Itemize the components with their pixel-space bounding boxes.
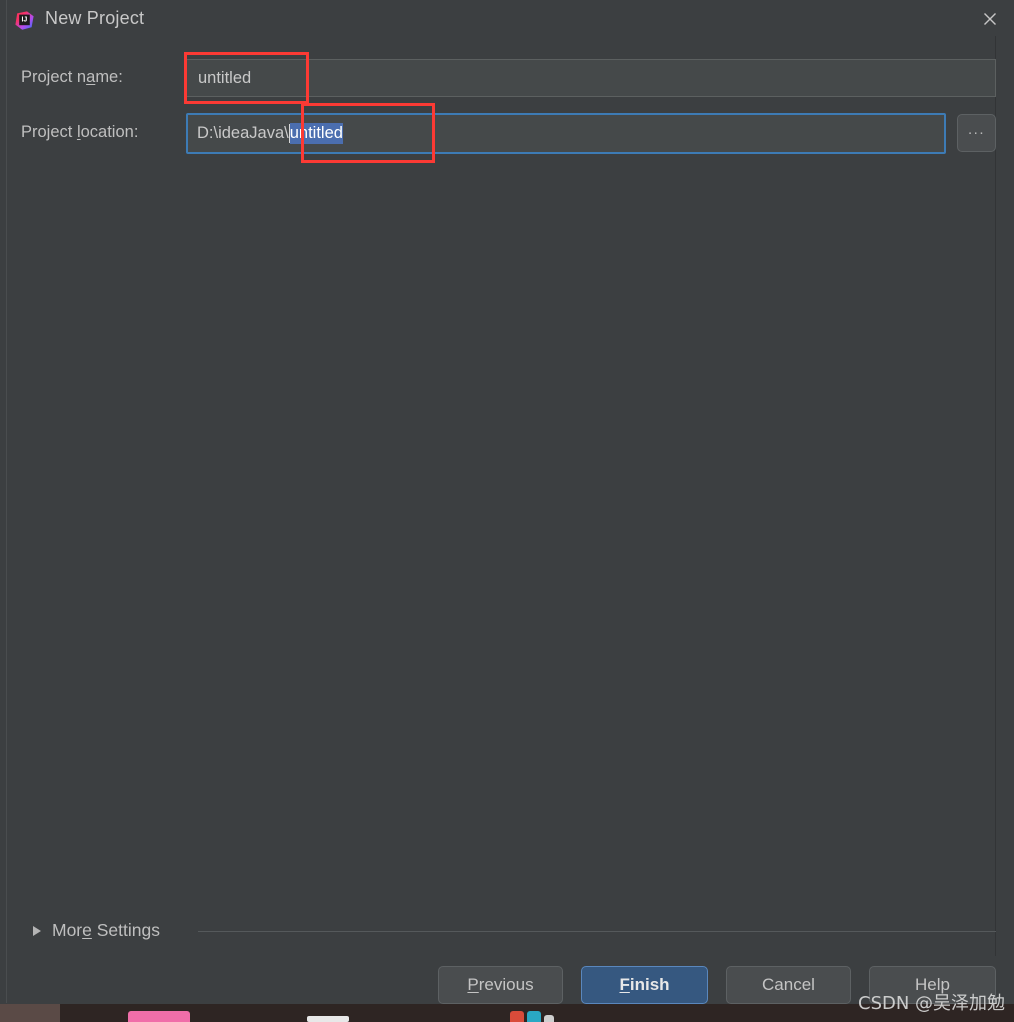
previous-button-label: revious bbox=[478, 975, 534, 994]
new-project-dialog: IJ New Project Project name: untitled Pr… bbox=[6, 0, 1014, 1004]
project-name-label-mnemonic: a bbox=[86, 68, 96, 86]
desktop-background: IJ New Project Project name: untitled Pr… bbox=[0, 0, 1014, 1022]
help-button[interactable]: Help bbox=[869, 966, 996, 1004]
finish-button-mnemonic: F bbox=[619, 975, 630, 994]
dialog-titlebar: IJ New Project bbox=[6, 0, 1014, 40]
taskbar-icon[interactable] bbox=[544, 1015, 554, 1022]
more-settings-label-before: Mor bbox=[52, 920, 83, 940]
previous-button-mnemonic: P bbox=[467, 975, 479, 994]
section-separator bbox=[198, 931, 996, 932]
project-name-label-before: Project n bbox=[21, 68, 87, 86]
page-title: New Project bbox=[45, 8, 145, 28]
more-settings-label[interactable]: More Settings bbox=[52, 920, 160, 941]
project-location-selected-text: untitled bbox=[289, 123, 343, 144]
dialog-left-edge bbox=[6, 0, 7, 1003]
taskbar[interactable] bbox=[0, 1004, 1014, 1022]
dialog-right-strip bbox=[996, 0, 1014, 1003]
project-location-label-after: ocation: bbox=[80, 123, 139, 141]
cancel-button[interactable]: Cancel bbox=[726, 966, 851, 1004]
project-name-input[interactable]: untitled bbox=[186, 59, 996, 97]
previous-button[interactable]: Previous bbox=[438, 966, 563, 1004]
chevron-right-icon[interactable] bbox=[33, 926, 41, 936]
finish-button-label: inish bbox=[629, 975, 670, 994]
taskbar-icon[interactable] bbox=[307, 1016, 349, 1022]
taskbar-icon[interactable] bbox=[128, 1011, 190, 1022]
project-name-label-after: me: bbox=[95, 68, 123, 86]
taskbar-icon[interactable] bbox=[527, 1011, 541, 1022]
more-settings-label-after: Settings bbox=[91, 920, 160, 940]
project-location-path-prefix: D:\ideaJava\ bbox=[197, 124, 289, 142]
project-location-label: Project location: bbox=[21, 123, 138, 142]
more-settings-section[interactable]: More Settings bbox=[6, 916, 996, 948]
intellij-idea-logo-icon: IJ bbox=[15, 11, 34, 30]
dialog-right-divider bbox=[995, 36, 996, 956]
taskbar-icon[interactable] bbox=[510, 1011, 524, 1022]
ellipsis-icon: ... bbox=[967, 121, 985, 138]
taskbar-left-tab[interactable] bbox=[0, 1004, 60, 1022]
project-location-input[interactable]: D:\ideaJava\ untitled bbox=[186, 113, 946, 154]
svg-text:IJ: IJ bbox=[21, 17, 27, 24]
finish-button[interactable]: Finish bbox=[581, 966, 708, 1004]
browse-location-button[interactable]: ... bbox=[957, 114, 996, 152]
project-location-label-before: Project bbox=[21, 123, 77, 141]
more-settings-label-mnemonic: e bbox=[82, 920, 92, 940]
close-icon[interactable] bbox=[970, 4, 1010, 34]
project-name-label: Project name: bbox=[21, 68, 123, 87]
